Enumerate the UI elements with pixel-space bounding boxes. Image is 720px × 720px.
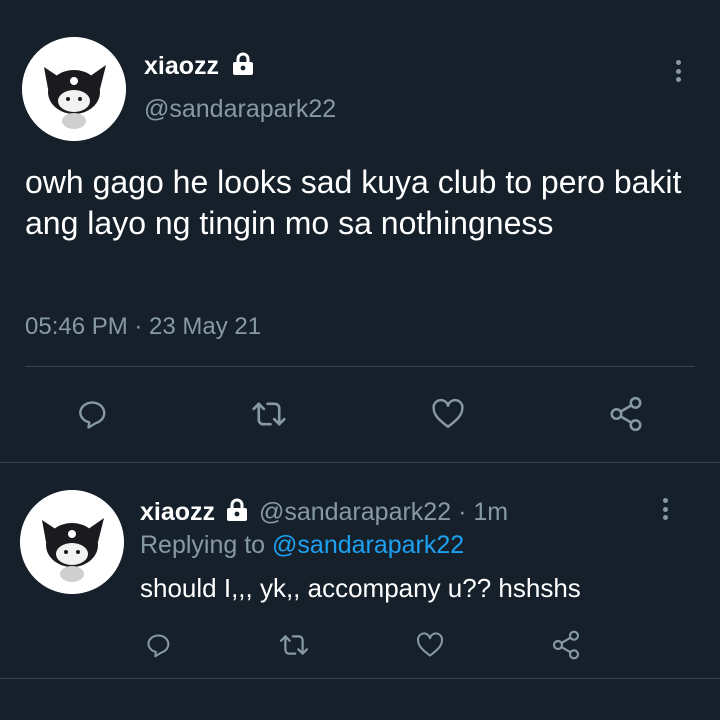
- kuromi-plush-icon: [22, 37, 126, 141]
- share-button[interactable]: [603, 392, 649, 436]
- retweet-button[interactable]: [246, 392, 292, 436]
- lock-icon: [232, 52, 253, 76]
- replying-to: Replying to @sandarapark22: [140, 530, 464, 560]
- tweet-timestamp[interactable]: 05:46 PM · 23 May 21: [25, 312, 261, 342]
- avatar[interactable]: [20, 490, 124, 594]
- reply-button[interactable]: [140, 626, 178, 664]
- reply-icon: [79, 401, 106, 429]
- user-handle[interactable]: @sandarapark22: [144, 94, 336, 124]
- section-divider: [0, 462, 720, 463]
- replying-to-label: Replying to: [140, 531, 266, 559]
- like-button[interactable]: [425, 392, 471, 436]
- replying-to-link[interactable]: @sandarapark22: [272, 531, 464, 559]
- display-name[interactable]: xiaozz: [140, 498, 215, 526]
- retweet-icon: [252, 402, 286, 426]
- divider: [25, 366, 695, 367]
- retweet-button[interactable]: [275, 626, 313, 664]
- separator-dot: ·: [458, 498, 467, 526]
- share-icon: [610, 396, 642, 432]
- like-button[interactable]: [411, 626, 449, 664]
- display-name[interactable]: xiaozz: [144, 52, 256, 80]
- heart-icon: [417, 632, 443, 657]
- more-options-icon[interactable]: [661, 498, 669, 520]
- heart-icon: [432, 398, 464, 428]
- reply-header: xiaozz @sandarapark22 · 1m: [140, 497, 508, 527]
- share-icon: [552, 630, 580, 660]
- lock-icon: [226, 498, 247, 522]
- user-handle[interactable]: @sandarapark22: [259, 498, 451, 526]
- retweet-icon: [279, 635, 309, 655]
- tweet-text: should I,,, yk,, accompany u?? hshshs: [140, 573, 581, 603]
- time-ago[interactable]: 1m: [473, 498, 508, 526]
- share-button[interactable]: [547, 626, 585, 664]
- avatar[interactable]: [22, 37, 126, 141]
- more-options-icon[interactable]: [674, 60, 682, 82]
- reply-button[interactable]: [70, 392, 116, 436]
- reply-icon: [147, 634, 170, 658]
- kuromi-plush-icon: [20, 490, 124, 594]
- tweet-text: owh gago he looks sad kuya club to pero …: [25, 164, 682, 241]
- bottom-divider: [0, 678, 720, 679]
